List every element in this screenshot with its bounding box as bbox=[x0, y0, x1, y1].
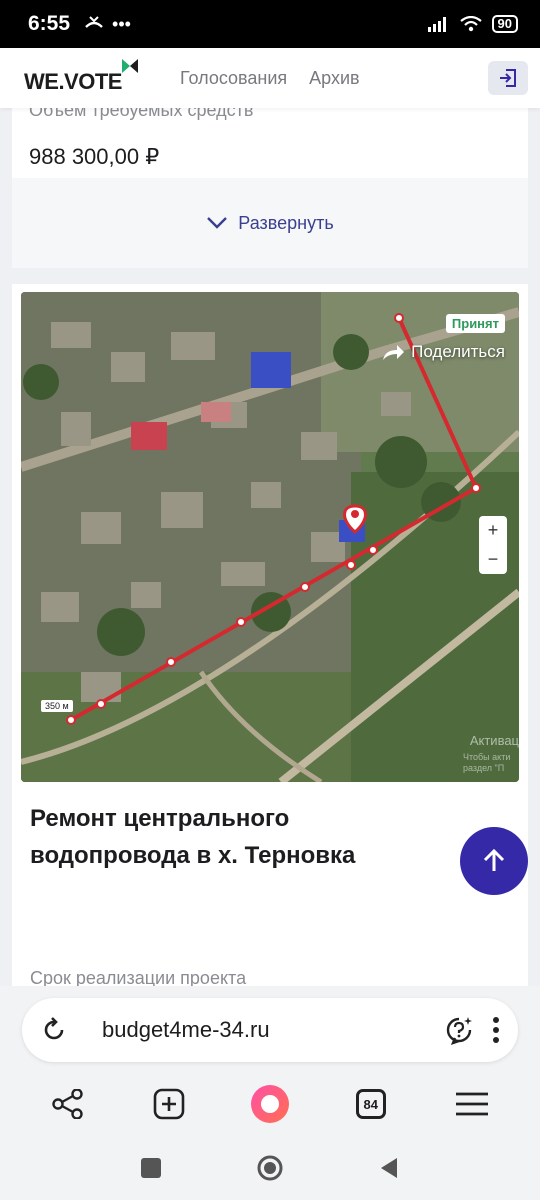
login-icon bbox=[500, 69, 516, 87]
logo-mark-icon bbox=[121, 59, 138, 73]
alice-icon bbox=[250, 1085, 289, 1123]
home-icon[interactable] bbox=[257, 1155, 283, 1181]
browser-toolbar: 84 bbox=[0, 1082, 540, 1126]
share-nodes-icon bbox=[52, 1089, 84, 1119]
satellite-map-image bbox=[21, 292, 519, 782]
funding-amount: 988 300,00 ₽ bbox=[29, 144, 160, 169]
app-header: WE.VOTE Голосования Архив bbox=[0, 48, 540, 108]
status-time: 6:55 bbox=[28, 12, 71, 35]
chevron-down-icon bbox=[207, 217, 228, 229]
status-badge: Принят bbox=[445, 314, 505, 333]
zoom-out-button[interactable]: − bbox=[488, 549, 499, 570]
login-button[interactable] bbox=[488, 61, 528, 95]
map-zoom-control: + − bbox=[479, 516, 507, 574]
expand-button[interactable]: Развернуть bbox=[12, 178, 528, 268]
battery-indicator: 90 bbox=[491, 15, 518, 33]
funding-card: Объем требуемых средств 988 300,00 ₽ Раз… bbox=[12, 100, 528, 268]
arrow-up-icon bbox=[483, 848, 505, 871]
signal-icon bbox=[427, 17, 446, 32]
zoom-in-button[interactable]: + bbox=[488, 520, 499, 541]
back-icon[interactable] bbox=[379, 1157, 399, 1179]
wifi-icon bbox=[459, 16, 482, 32]
browser-menu-button[interactable] bbox=[450, 1082, 494, 1126]
expand-label: Развернуть bbox=[238, 212, 334, 233]
tabs-button[interactable]: 84 bbox=[349, 1082, 393, 1126]
new-tab-button[interactable] bbox=[147, 1082, 191, 1126]
logo-text: WE.VOTE bbox=[24, 69, 122, 94]
tabs-count: 84 bbox=[355, 1089, 386, 1119]
nav-archive[interactable]: Архив bbox=[309, 68, 359, 89]
url-text[interactable]: budget4me-34.ru bbox=[102, 1017, 270, 1043]
main-nav: Голосования Архив bbox=[180, 68, 360, 89]
missed-call-icon bbox=[85, 16, 103, 28]
share-button[interactable]: Поделиться bbox=[381, 342, 505, 362]
more-notifications-icon: ••• bbox=[112, 13, 131, 34]
system-navigation bbox=[0, 1148, 540, 1188]
recent-apps-icon[interactable] bbox=[141, 1158, 161, 1178]
project-map[interactable]: Принят Поделиться + − 350 м Активац Чтоб… bbox=[21, 292, 519, 782]
address-bar[interactable]: budget4me-34.ru bbox=[22, 998, 518, 1062]
project-title[interactable]: Ремонт центрального водопровода в х. Тер… bbox=[30, 800, 360, 874]
status-bar: 6:55 ••• 90 bbox=[0, 0, 540, 48]
plus-square-icon bbox=[153, 1088, 185, 1120]
activation-watermark-sub: Чтобы акти раздел "П bbox=[463, 752, 511, 773]
share-arrow-icon bbox=[383, 345, 405, 360]
activation-watermark: Активац bbox=[469, 733, 519, 748]
scroll-top-button[interactable] bbox=[460, 827, 528, 895]
hamburger-menu-icon bbox=[455, 1092, 488, 1116]
more-menu-icon[interactable] bbox=[492, 1016, 500, 1044]
nav-votings[interactable]: Голосования bbox=[180, 68, 287, 89]
reload-icon[interactable] bbox=[40, 1016, 68, 1044]
wevote-logo[interactable]: WE.VOTE bbox=[24, 59, 138, 95]
browser-bottom-bar: budget4me-34.ru 84 bbox=[0, 986, 540, 1200]
map-scale: 350 м bbox=[41, 700, 73, 712]
project-card: Принят Поделиться + − 350 м Активац Чтоб… bbox=[12, 284, 528, 1004]
share-page-button[interactable] bbox=[46, 1082, 90, 1126]
share-label: Поделиться bbox=[411, 342, 505, 361]
status-notification-icons: ••• bbox=[84, 14, 131, 35]
alice-assistant-button[interactable] bbox=[248, 1082, 292, 1126]
assistant-question-icon[interactable] bbox=[444, 1015, 474, 1045]
